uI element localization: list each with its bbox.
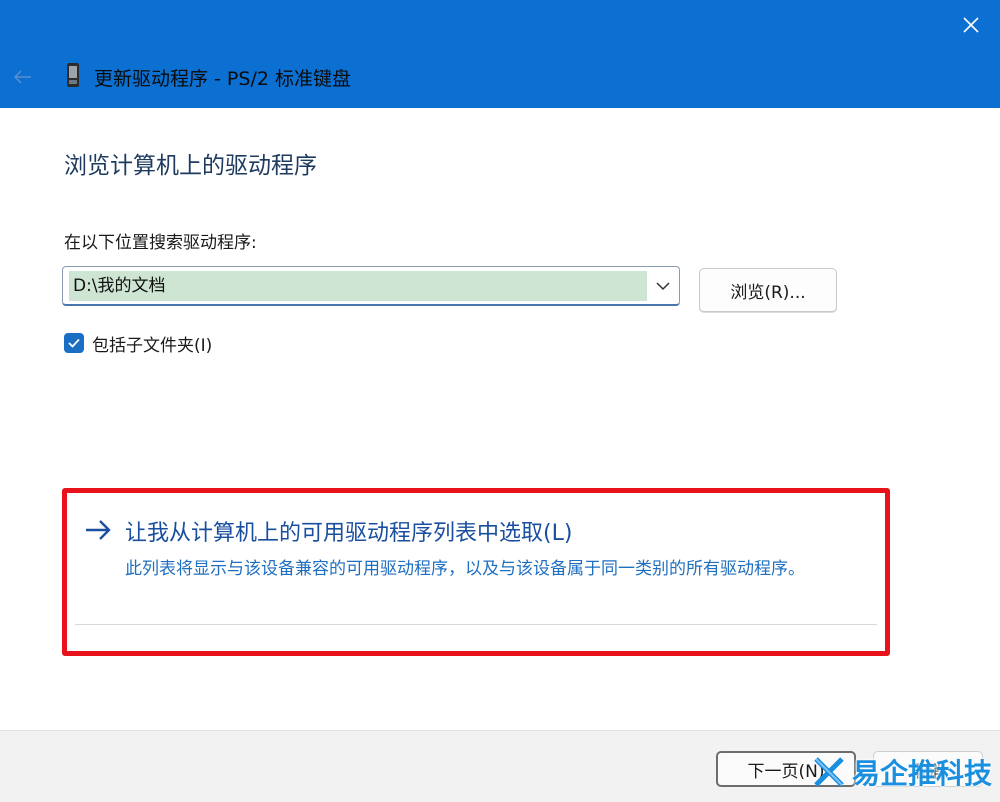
search-location-label: 在以下位置搜索驱动程序: [64,233,257,253]
watermark-text: 易企推科技 [852,757,993,790]
dropdown-toggle[interactable] [653,276,673,296]
dialog-title: 更新驱动程序 - PS/2 标准键盘 [94,68,351,90]
include-subfolders-option[interactable]: 包括子文件夹(I) [64,330,212,356]
title-bar: 更新驱动程序 - PS/2 标准键盘 [0,0,1000,108]
dialog-content: 浏览计算机上的驱动程序 在以下位置搜索驱动程序: D:\我的文档 浏览(R)..… [4,108,996,730]
include-subfolders-checkbox[interactable] [64,333,84,353]
chevron-down-icon [656,282,670,291]
arrow-right-icon [86,520,111,540]
keyboard-device-icon [67,63,79,87]
close-button[interactable] [956,10,986,40]
checkmark-icon [68,338,80,348]
search-path-value[interactable]: D:\我的文档 [69,271,647,301]
search-path-combobox[interactable]: D:\我的文档 [62,266,680,306]
include-subfolders-label: 包括子文件夹(I) [92,335,213,356]
arrow-left-icon [14,70,31,84]
browse-button[interactable]: 浏览(R)... [699,268,837,312]
page-heading: 浏览计算机上的驱动程序 [64,153,317,179]
highlight-box: 让我从计算机上的可用驱动程序列表中选取(L) 此列表将显示与该设备兼容的可用驱动… [62,488,890,656]
watermark: 易企推科技 [812,750,992,794]
pick-from-list-description: 此列表将显示与该设备兼容的可用驱动程序，以及与该设备属于同一类别的所有驱动程序。 [125,559,805,579]
pick-from-list-link[interactable]: 让我从计算机上的可用驱动程序列表中选取(L) 此列表将显示与该设备兼容的可用驱动… [75,497,877,625]
close-icon [963,17,979,33]
back-button[interactable] [10,64,36,90]
pick-from-list-title[interactable]: 让我从计算机上的可用驱动程序列表中选取(L) [125,515,572,547]
dialog-header: 更新驱动程序 - PS/2 标准键盘 [0,58,1000,94]
watermark-logo-icon [814,757,844,787]
